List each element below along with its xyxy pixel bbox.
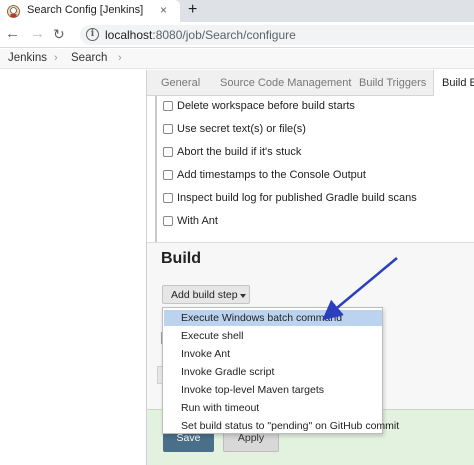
menu-item-invoke-ant[interactable]: Invoke Ant: [164, 346, 382, 362]
menu-item-execute-shell[interactable]: Execute shell: [164, 328, 382, 344]
build-section-heading: Build: [161, 250, 201, 267]
tab-title: Search Config [Jenkins]: [27, 4, 144, 16]
breadcrumb-search[interactable]: Search: [71, 52, 107, 64]
breadcrumb-jenkins[interactable]: Jenkins: [8, 52, 47, 64]
sidebar: [0, 70, 146, 465]
address-bar[interactable]: i localhost:8080/job/Search/configure: [80, 25, 474, 45]
option-label: Use secret text(s) or file(s): [177, 123, 306, 135]
checkbox[interactable]: [163, 216, 173, 226]
breadcrumb-separator: ›: [118, 52, 122, 64]
build-environment-section: Delete workspace before build starts Use…: [147, 96, 474, 242]
checkbox[interactable]: [163, 193, 173, 203]
browser-tab-strip: Search Config [Jenkins] × +: [0, 0, 474, 22]
url-host: localhost: [105, 28, 153, 42]
tab-build-triggers[interactable]: Build Triggers: [359, 70, 426, 96]
menu-item-set-github-status[interactable]: Set build status to "pending" on GitHub …: [164, 418, 399, 434]
option-label: Abort the build if it's stuck: [177, 146, 302, 158]
checkbox[interactable]: [163, 101, 173, 111]
checkbox[interactable]: [163, 147, 173, 157]
url-path: :8080/job/Search/configure: [152, 28, 296, 42]
browser-tab[interactable]: Search Config [Jenkins] ×: [0, 0, 180, 22]
add-build-step-button[interactable]: Add build step: [162, 285, 250, 304]
config-tab-bar: General Source Code Management Build Tri…: [147, 70, 474, 97]
reload-icon[interactable]: ↻: [53, 26, 65, 42]
build-step-menu: Execute Windows batch command Execute sh…: [162, 307, 399, 434]
jenkins-favicon-icon: [7, 5, 20, 18]
new-tab-button[interactable]: +: [188, 1, 197, 19]
tab-general[interactable]: General: [161, 70, 200, 96]
breadcrumb: Jenkins › Search ›: [0, 49, 474, 69]
browser-toolbar: ← → ↻ i localhost:8080/job/Search/config…: [0, 22, 474, 48]
menu-item-invoke-maven[interactable]: Invoke top-level Maven targets: [164, 382, 382, 398]
tab-build-environment[interactable]: Build E: [433, 70, 474, 97]
checkbox[interactable]: [163, 170, 173, 180]
forward-arrow-icon[interactable]: →: [30, 26, 45, 42]
menu-item-execute-windows-batch[interactable]: Execute Windows batch command: [164, 310, 382, 326]
breadcrumb-separator: ›: [54, 52, 58, 64]
option-label: Inspect build log for published Gradle b…: [177, 192, 417, 204]
section-divider: [147, 242, 474, 243]
checkbox[interactable]: [163, 124, 173, 134]
url-text[interactable]: localhost:8080/job/Search/configure: [105, 28, 296, 42]
menu-item-invoke-gradle[interactable]: Invoke Gradle script: [164, 364, 382, 380]
tab-close-icon[interactable]: ×: [160, 3, 167, 17]
back-arrow-icon[interactable]: ←: [5, 26, 20, 42]
info-icon[interactable]: i: [86, 28, 99, 41]
option-label: Delete workspace before build starts: [177, 100, 355, 112]
caret-down-icon: [240, 294, 246, 298]
add-build-step-label: Add build step: [171, 289, 238, 301]
option-label: Add timestamps to the Console Output: [177, 169, 366, 181]
tab-source-code-management[interactable]: Source Code Management: [220, 70, 351, 96]
section-indent-bar: [155, 96, 157, 242]
menu-item-run-with-timeout[interactable]: Run with timeout: [164, 400, 382, 416]
option-label: With Ant: [177, 215, 218, 227]
